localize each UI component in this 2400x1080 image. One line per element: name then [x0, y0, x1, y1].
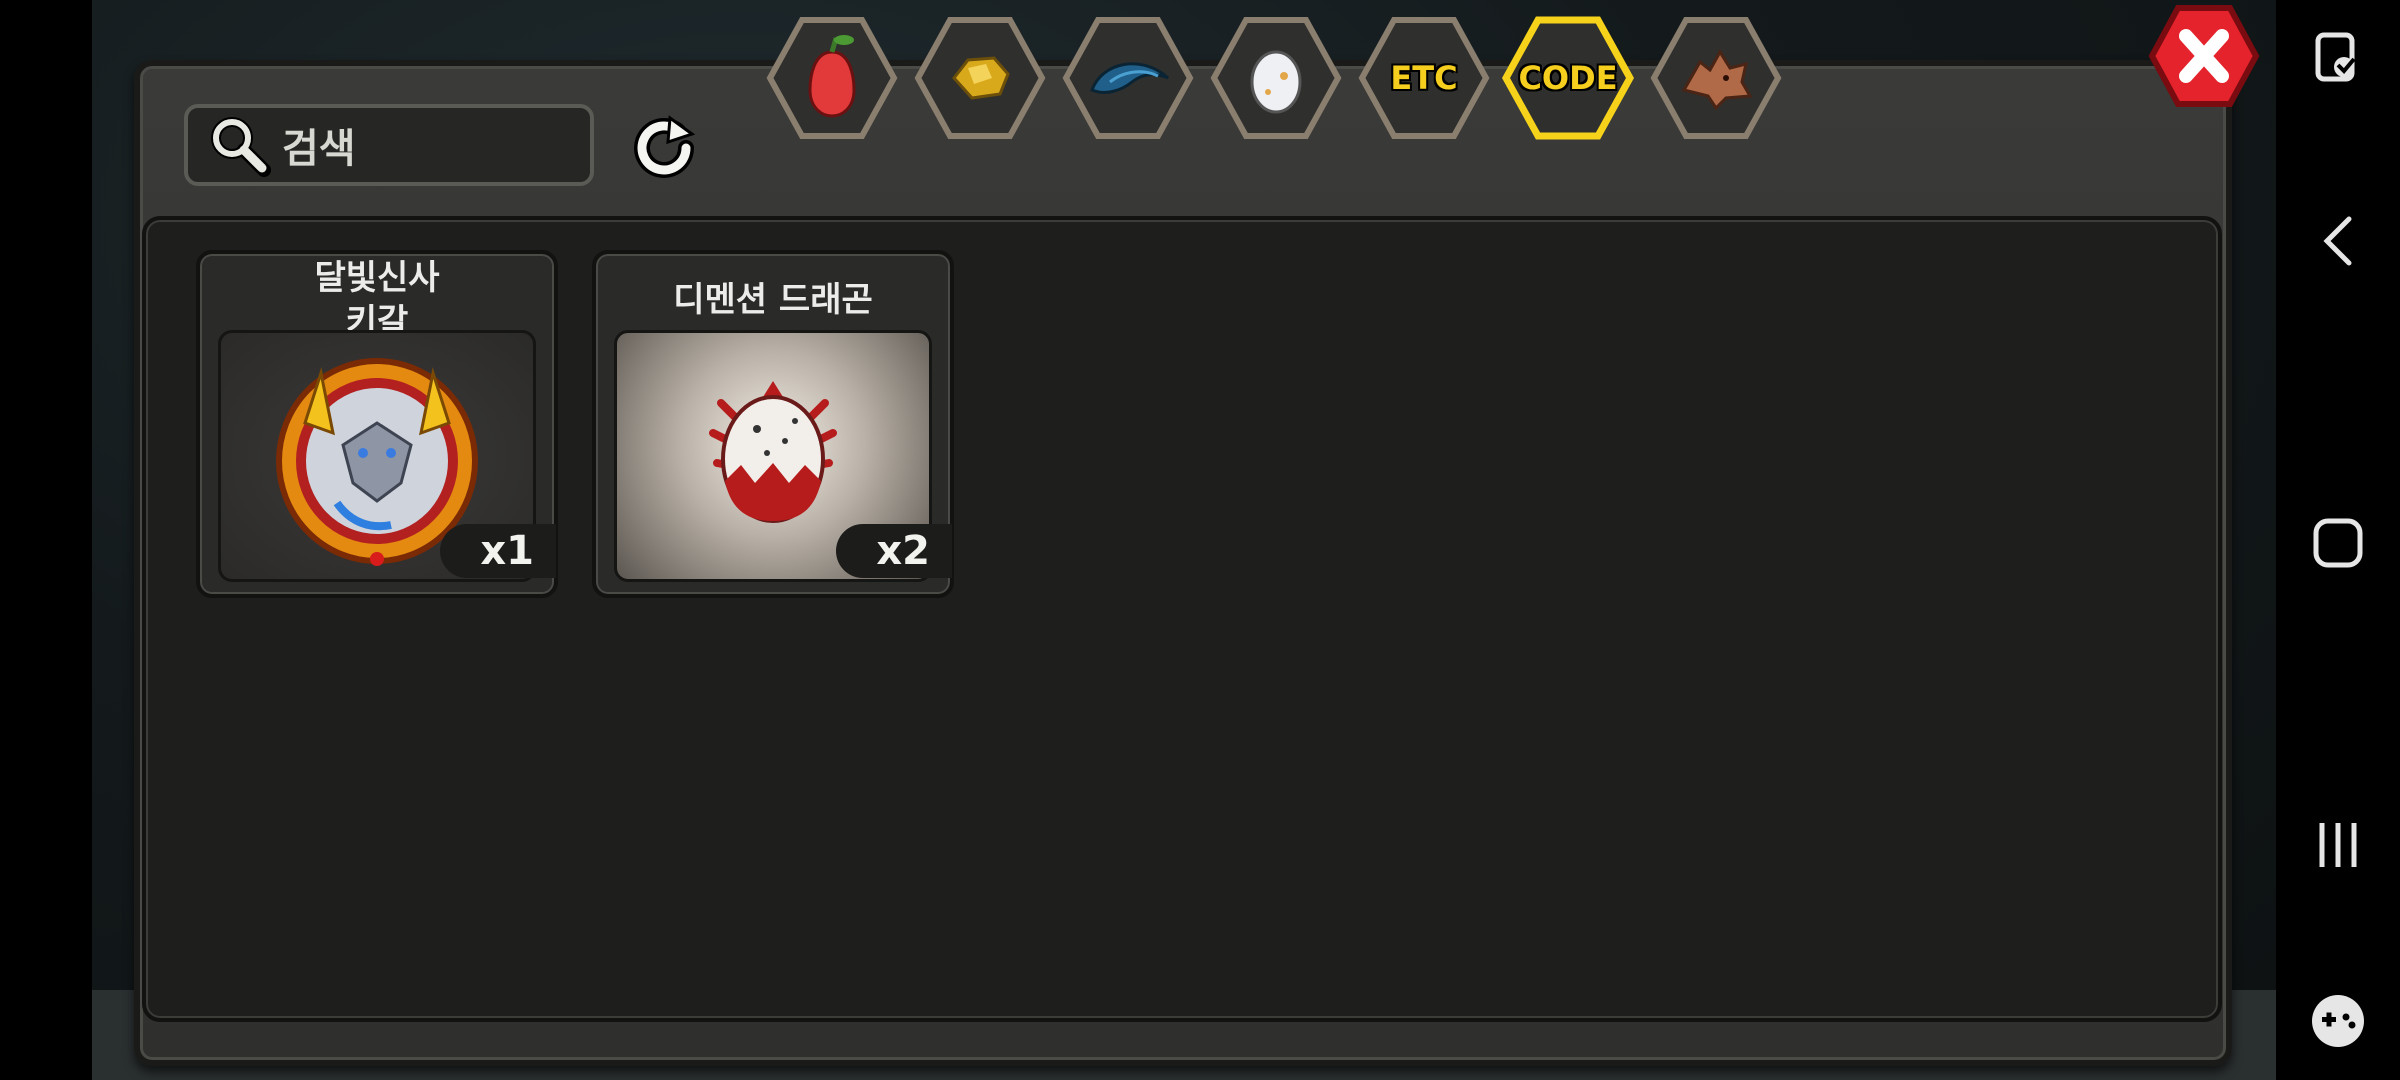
- tab-dragon[interactable]: [1650, 16, 1782, 140]
- system-nav-bar: [2276, 0, 2400, 1080]
- gamepad-icon: [2312, 995, 2364, 1047]
- dragon-head-icon: [1681, 49, 1753, 111]
- tab-etc-label: ETC: [1390, 59, 1458, 97]
- dragon-scale-icon: [1090, 62, 1170, 94]
- tab-code-label: CODE: [1518, 59, 1618, 97]
- tab-scale[interactable]: [1062, 16, 1194, 140]
- chevron-left-icon: [2323, 216, 2352, 266]
- item-title: 디멘션 드래곤: [673, 280, 873, 320]
- tab-fruit[interactable]: [766, 16, 898, 140]
- tab-etc[interactable]: ETC: [1358, 16, 1490, 140]
- item-count: x2: [836, 524, 952, 578]
- home-square-icon: [2313, 518, 2363, 568]
- game-tools-button[interactable]: [2276, 966, 2400, 1076]
- gold-ore-icon: [952, 56, 1010, 100]
- egg-icon: [1250, 50, 1302, 114]
- screen-touch-lock-button[interactable]: [2276, 4, 2400, 114]
- back-button[interactable]: [2276, 186, 2400, 296]
- recent-apps-button[interactable]: [2276, 790, 2400, 900]
- home-button[interactable]: [2276, 488, 2400, 598]
- item-card[interactable]: 디멘션 드래곤 x2: [592, 250, 954, 598]
- search-placeholder: 검색: [282, 126, 356, 172]
- tab-material[interactable]: [914, 16, 1046, 140]
- refresh-icon[interactable]: [628, 112, 700, 184]
- close-icon[interactable]: [2148, 4, 2260, 108]
- search-icon: [211, 117, 271, 177]
- recent-apps-icon: [2319, 823, 2357, 867]
- item-card[interactable]: 달빛신사 키갈 x1: [196, 250, 558, 598]
- touch-lock-icon: [2315, 32, 2356, 82]
- screen: 검색 ETC CODE 달빛신사 키갈 x1 디멘션 드래곤 x2: [0, 0, 2400, 1080]
- search-input[interactable]: 검색: [184, 104, 594, 186]
- tab-code[interactable]: CODE: [1502, 16, 1634, 140]
- pear-icon: [808, 35, 856, 118]
- item-count: x1: [440, 524, 556, 578]
- tab-egg[interactable]: [1210, 16, 1342, 140]
- left-letterbox: [0, 0, 92, 1080]
